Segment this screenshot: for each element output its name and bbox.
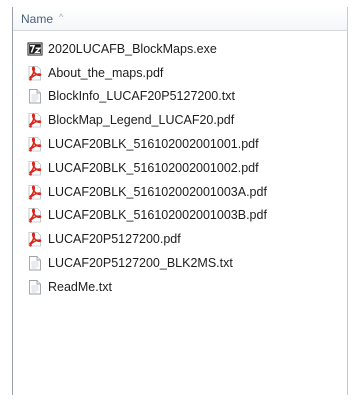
file-row[interactable]: LUCAF20P5127200.pdf (13, 227, 347, 251)
name-column-header[interactable]: Name ^ (13, 7, 347, 31)
file-name: BlockMap_Legend_LUCAF20.pdf (48, 113, 235, 128)
pdf-icon (27, 207, 43, 224)
pdf-icon (27, 184, 43, 200)
7z-archive-icon (27, 41, 43, 57)
file-row[interactable]: BlockMap_Legend_LUCAF20.pdf (13, 108, 347, 132)
file-name: ReadMe.txt (48, 279, 112, 294)
file-name: LUCAF20BLK_516102002001003A.pdf (48, 184, 267, 199)
file-row[interactable]: LUCAF20P5127200_BLK2MS.txt (13, 251, 347, 275)
file-row[interactable]: ReadMe.txt (13, 275, 347, 299)
pdf-icon (27, 231, 43, 247)
text-file-icon (27, 88, 43, 104)
text-file-icon (27, 279, 43, 295)
pdf-icon (27, 65, 43, 81)
file-list-pane: Name ^ 2020LUCAFB_BlockMaps.exe About_th… (12, 7, 348, 395)
file-row[interactable]: LUCAF20BLK_516102002001002.pdf (13, 156, 347, 180)
pdf-icon (27, 160, 43, 176)
file-name: LUCAF20BLK_516102002001002.pdf (48, 160, 259, 175)
text-file-icon (27, 255, 43, 271)
file-name: LUCAF20BLK_516102002001001.pdf (48, 137, 259, 152)
file-row[interactable]: LUCAF20BLK_516102002001003B.pdf (13, 204, 347, 228)
name-column-label: Name (21, 11, 54, 26)
sort-ascending-icon: ^ (59, 11, 64, 22)
file-name: BlockInfo_LUCAF20P5127200.txt (48, 89, 235, 104)
file-name: LUCAF20P5127200.pdf (48, 232, 181, 247)
pdf-icon (27, 136, 43, 152)
file-row[interactable]: LUCAF20BLK_516102002001001.pdf (13, 132, 347, 156)
file-row[interactable]: 2020LUCAFB_BlockMaps.exe (13, 37, 347, 61)
file-list: 2020LUCAFB_BlockMaps.exe About_the_maps.… (13, 37, 347, 299)
file-name: 2020LUCAFB_BlockMaps.exe (48, 41, 217, 56)
file-row[interactable]: LUCAF20BLK_516102002001003A.pdf (13, 180, 347, 204)
file-row[interactable]: About_the_maps.pdf (13, 61, 347, 85)
pdf-icon (27, 112, 43, 128)
file-name: About_the_maps.pdf (48, 65, 164, 80)
file-row[interactable]: BlockInfo_LUCAF20P5127200.txt (13, 85, 347, 109)
file-name: LUCAF20P5127200_BLK2MS.txt (48, 256, 233, 271)
file-name: LUCAF20BLK_516102002001003B.pdf (48, 208, 267, 223)
